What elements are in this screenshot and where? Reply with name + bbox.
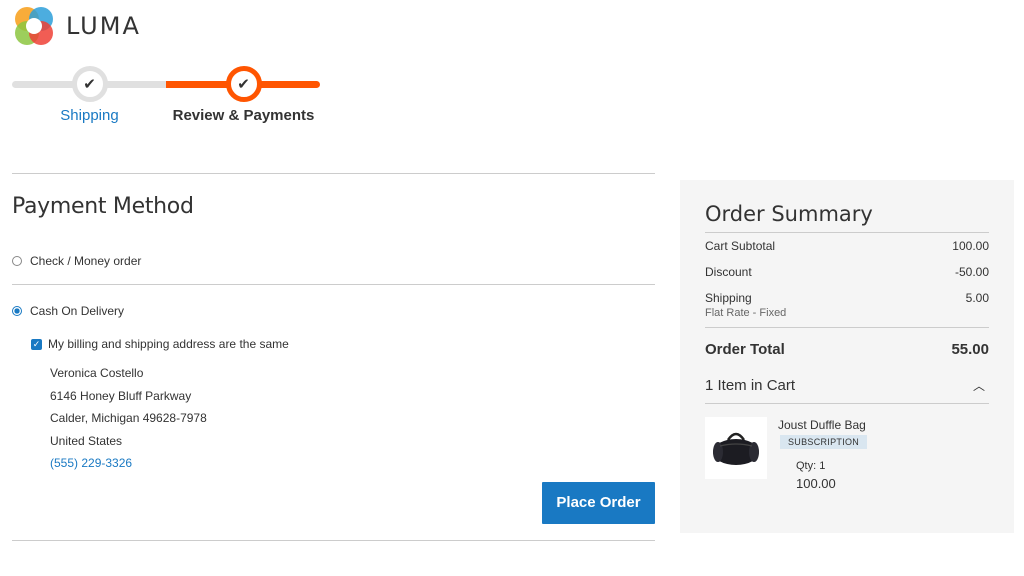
address-name: Veronica Costello: [50, 366, 144, 380]
items-in-cart-label[interactable]: 1 Item in Cart: [705, 377, 795, 394]
payment-option-checkmo[interactable]: Check / Money order: [12, 254, 655, 268]
checkout-progress-bar: ✔ Shipping ✔ Review & Payments: [12, 64, 322, 124]
divider: [12, 284, 655, 285]
cart-item: Joust Duffle Bag SUBSCRIPTION Qty: 1 100…: [705, 417, 989, 491]
shipping-row: Shipping Flat Rate - Fixed 5.00: [705, 291, 989, 327]
progress-step-review: ✔ Review & Payments: [166, 64, 321, 124]
same-address-row[interactable]: ✓ My billing and shipping address are th…: [31, 336, 655, 352]
order-total-row: Order Total 55.00: [705, 341, 989, 370]
divider: [705, 403, 989, 404]
checkmark-icon: ✔: [83, 75, 96, 93]
product-qty: Qty: 1: [796, 460, 826, 472]
logo-text: LUMA: [66, 12, 141, 40]
luma-logo-icon: [15, 7, 53, 45]
cart-subtotal-value: 100.00: [952, 239, 989, 253]
checkmark-icon: ✔: [237, 75, 250, 93]
billing-address: Veronica Costello 6146 Honey Bluff Parkw…: [50, 362, 655, 475]
items-in-cart-toggle[interactable]: 1 Item in Cart ︿: [705, 370, 989, 400]
progress-step-shipping[interactable]: ✔ Shipping: [12, 64, 167, 124]
order-total-label: Order Total: [705, 341, 785, 358]
order-summary-title: Order Summary: [705, 202, 873, 226]
divider: [12, 173, 655, 174]
progress-step-shipping-label[interactable]: Shipping: [12, 107, 167, 124]
shipping-value: 5.00: [965, 291, 989, 305]
payment-method-title: Payment Method: [12, 194, 194, 219]
progress-step-review-label: Review & Payments: [172, 107, 315, 124]
progress-step-review-dot: ✔: [225, 66, 262, 102]
divider: [705, 327, 989, 328]
address-country: United States: [50, 433, 123, 448]
order-summary: Order Summary Cart Subtotal 100.00 Disco…: [680, 180, 1014, 533]
divider: [12, 540, 655, 541]
place-order-button[interactable]: Place Order: [542, 482, 655, 524]
same-address-label[interactable]: My billing and shipping address are the …: [48, 337, 289, 351]
shipping-label: Shipping: [705, 291, 752, 305]
cart-subtotal-row: Cart Subtotal 100.00: [705, 239, 989, 265]
discount-label: Discount: [705, 265, 752, 279]
luma-logo[interactable]: LUMA: [12, 4, 141, 48]
payment-section: Payment Method Check / Money order Cash …: [12, 173, 655, 541]
discount-value: -50.00: [954, 265, 989, 279]
payment-option-cashondelivery[interactable]: Cash On Delivery: [12, 303, 655, 319]
divider: [705, 232, 989, 233]
same-address-checkbox[interactable]: ✓: [31, 338, 42, 350]
product-name: Joust Duffle Bag: [778, 418, 866, 432]
shipping-method: Flat Rate - Fixed: [705, 307, 787, 319]
progress-step-shipping-dot: ✔: [71, 66, 108, 102]
cashondelivery-label[interactable]: Cash On Delivery: [30, 304, 124, 318]
checkmo-radio[interactable]: [12, 256, 22, 266]
checkmo-label[interactable]: Check / Money order: [30, 254, 141, 268]
cashondelivery-radio[interactable]: [12, 306, 22, 316]
chevron-up-icon[interactable]: ︿: [973, 377, 989, 394]
cart-subtotal-label: Cart Subtotal: [705, 239, 776, 253]
product-image: [705, 417, 767, 479]
discount-row: Discount -50.00: [705, 265, 989, 291]
duffle-bag-icon: [713, 432, 759, 465]
order-total-value: 55.00: [951, 341, 989, 358]
address-street: 6146 Honey Bluff Parkway: [50, 388, 192, 403]
subscription-badge: SUBSCRIPTION: [780, 435, 868, 449]
address-city: Calder, Michigan 49628-7978: [50, 411, 207, 425]
product-price: 100.00: [796, 476, 836, 491]
address-phone-link[interactable]: (555) 229-3326: [50, 452, 655, 475]
